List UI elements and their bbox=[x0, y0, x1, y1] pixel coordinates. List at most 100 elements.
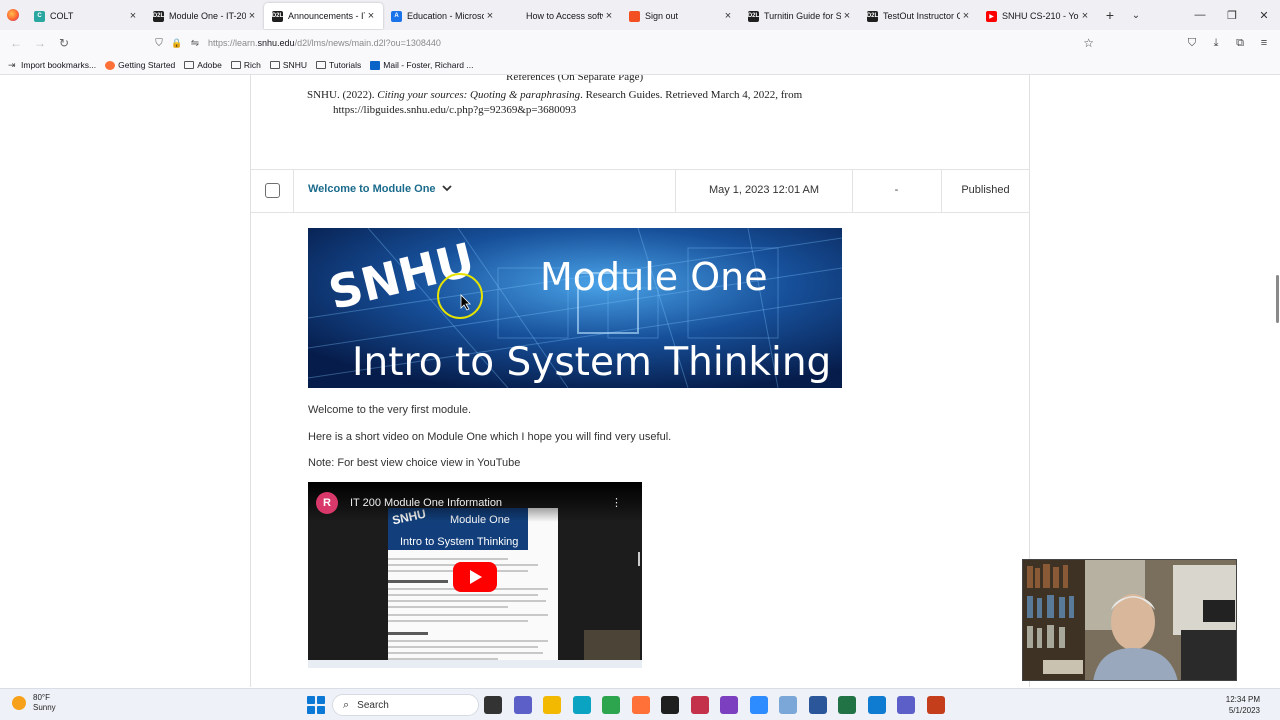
more-options-icon[interactable]: ⋮ bbox=[611, 496, 622, 509]
close-tab-icon[interactable]: × bbox=[365, 10, 377, 22]
azure-icon: A bbox=[391, 10, 402, 22]
announcement-attachments: - bbox=[894, 184, 899, 196]
bookmark-import[interactable]: ⇥ Import bookmarks... bbox=[8, 60, 96, 71]
system-clock[interactable]: 12:34 PM 5/1/2023 bbox=[1226, 694, 1260, 716]
reference-url: https://libguides.snhu.edu/c.php?g=92369… bbox=[333, 104, 577, 116]
tab-title: Education - Microsoft A bbox=[407, 11, 484, 21]
start-button[interactable] bbox=[307, 696, 325, 714]
weather-widget[interactable]: 80°F Sunny bbox=[12, 693, 56, 713]
taskbar-app-icon[interactable] bbox=[838, 696, 856, 714]
windows-taskbar: 80°F Sunny ⌕ Search 12:34 PM 5/1/2023 bbox=[0, 688, 1280, 720]
pocket-icon[interactable]: ⛉ bbox=[1180, 37, 1204, 50]
minimize-button[interactable]: — bbox=[1184, 0, 1216, 30]
shield-icon[interactable]: ⛉ bbox=[150, 38, 168, 49]
lock-icon[interactable]: 🔒 bbox=[168, 38, 186, 49]
search-placeholder: Search bbox=[357, 699, 389, 711]
chevron-down-icon[interactable] bbox=[441, 182, 453, 194]
bookmark-folder-snhu[interactable]: SNHU bbox=[269, 60, 307, 70]
taskbar-app-icon[interactable] bbox=[661, 696, 679, 714]
bookmark-folder-tutorials[interactable]: Tutorials bbox=[315, 60, 361, 70]
extensions-icon[interactable]: ⧉ bbox=[1228, 37, 1252, 50]
select-checkbox[interactable] bbox=[265, 183, 280, 198]
tab-2[interactable]: D2L Announcements - IT-200× bbox=[264, 3, 383, 29]
close-window-button[interactable]: ✕ bbox=[1248, 0, 1280, 30]
folder-icon bbox=[315, 61, 326, 69]
taskbar-app-icon[interactable] bbox=[690, 696, 709, 714]
banner-title: Module One bbox=[540, 255, 768, 299]
downloads-icon[interactable]: ⤓ bbox=[1204, 37, 1228, 50]
taskbar-app-icon[interactable] bbox=[749, 696, 768, 714]
taskbar-app-icon[interactable] bbox=[720, 696, 738, 714]
youtube-embed[interactable]: SNHU Module One Intro to System Thinking bbox=[308, 482, 642, 668]
close-tab-icon[interactable]: × bbox=[841, 10, 853, 22]
list-all-tabs-button[interactable]: ⌄ bbox=[1123, 10, 1149, 21]
reload-button[interactable]: ↻ bbox=[52, 31, 76, 55]
taskbar-app-icon[interactable] bbox=[808, 696, 827, 714]
taskbar-app-icon[interactable] bbox=[867, 696, 886, 714]
bookmark-mail[interactable]: Mail - Foster, Richard ... bbox=[370, 60, 473, 70]
bookmark-star-icon[interactable]: ☆ bbox=[1083, 36, 1094, 50]
tab-title: TestOut Instructor Guide bbox=[883, 11, 960, 21]
outlook-icon bbox=[370, 60, 381, 70]
firefox-icon bbox=[105, 60, 116, 70]
tab-1[interactable]: D2L Module One - IT-200-J7× bbox=[145, 3, 264, 29]
restore-button[interactable]: ❐ bbox=[1216, 0, 1248, 30]
taskbar-app-icon[interactable] bbox=[572, 696, 591, 714]
video-title[interactable]: IT 200 Module One Information bbox=[350, 497, 502, 509]
tab-5[interactable]: Sign out × bbox=[621, 3, 740, 29]
tab-4[interactable]: How to Access software th× bbox=[502, 3, 621, 29]
tab-7[interactable]: D2L TestOut Instructor Guide× bbox=[859, 3, 978, 29]
firefox-icon[interactable] bbox=[0, 0, 26, 30]
bookmark-getting-started[interactable]: Getting Started bbox=[105, 60, 175, 70]
taskbar-app-icon[interactable] bbox=[513, 696, 532, 714]
back-button[interactable]: ← bbox=[4, 31, 28, 55]
webcam-overlay bbox=[1022, 559, 1237, 681]
close-tab-icon[interactable]: × bbox=[960, 10, 972, 22]
navigation-bar: ← → ↻ ⛉ 🔒 ⇋ https://learn.snhu.edu/d2l/l… bbox=[0, 30, 1280, 56]
body-paragraph-2: Here is a short video on Module One whic… bbox=[308, 431, 672, 443]
taskbar-search[interactable]: ⌕ Search bbox=[332, 694, 479, 716]
body-paragraph-3: Note: For best view choice view in YouTu… bbox=[308, 457, 521, 469]
bookmark-folder-adobe[interactable]: Adobe bbox=[184, 60, 222, 70]
video-taskbar-strip bbox=[308, 660, 642, 668]
scrollbar-thumb[interactable] bbox=[1276, 275, 1279, 323]
announcement-title-link[interactable]: Welcome to Module One bbox=[308, 183, 436, 195]
colt-icon: C bbox=[34, 10, 45, 22]
tab-3[interactable]: A Education - Microsoft A× bbox=[383, 3, 502, 29]
address-bar[interactable]: ⛉ 🔒 ⇋ https://learn.snhu.edu/d2l/lms/new… bbox=[150, 32, 1108, 54]
taskbar-app-icon[interactable] bbox=[631, 696, 650, 714]
forward-button[interactable]: → bbox=[28, 31, 52, 55]
taskbar-app-icon[interactable] bbox=[779, 696, 797, 714]
taskbar-app-icon[interactable] bbox=[897, 696, 915, 714]
taskbar-app-icon[interactable] bbox=[926, 696, 945, 714]
close-tab-icon[interactable]: × bbox=[603, 10, 615, 22]
taskbar-app-icon[interactable] bbox=[543, 696, 561, 714]
references-heading: References (On Separate Page) bbox=[506, 75, 644, 83]
close-tab-icon[interactable]: × bbox=[484, 10, 496, 22]
permissions-icon[interactable]: ⇋ bbox=[186, 38, 204, 49]
channel-avatar[interactable]: R bbox=[316, 492, 338, 514]
close-tab-icon[interactable]: × bbox=[722, 10, 734, 22]
close-tab-icon[interactable]: × bbox=[127, 10, 139, 22]
new-tab-button[interactable]: + bbox=[1097, 7, 1123, 23]
blank-page-icon bbox=[510, 11, 521, 22]
sun-icon bbox=[12, 696, 26, 710]
taskbar-app-icon[interactable] bbox=[484, 696, 502, 714]
play-button[interactable] bbox=[453, 562, 497, 592]
url-text[interactable]: https://learn.snhu.edu/d2l/lms/news/main… bbox=[208, 38, 441, 48]
bookmark-folder-rich[interactable]: Rich bbox=[230, 60, 261, 70]
search-icon: ⌕ bbox=[343, 698, 350, 711]
weather-condition: Sunny bbox=[33, 703, 56, 712]
folder-icon bbox=[230, 61, 241, 69]
tab-title: Sign out bbox=[645, 11, 679, 21]
tab-6[interactable]: D2L Turnitin Guide for Stude× bbox=[740, 3, 859, 29]
close-tab-icon[interactable]: × bbox=[1079, 10, 1091, 22]
taskbar-app-icon[interactable] bbox=[602, 696, 620, 714]
tab-8[interactable]: ▶ SNHU CS-210 - YouTube× bbox=[978, 3, 1097, 29]
close-tab-icon[interactable]: × bbox=[246, 10, 258, 22]
menu-icon[interactable]: ≡ bbox=[1252, 37, 1276, 49]
page-scrollbar[interactable] bbox=[1274, 75, 1280, 687]
tab-0[interactable]: C COLT × bbox=[26, 3, 145, 29]
folder-icon bbox=[184, 61, 195, 69]
d2l-icon: D2L bbox=[153, 10, 164, 22]
